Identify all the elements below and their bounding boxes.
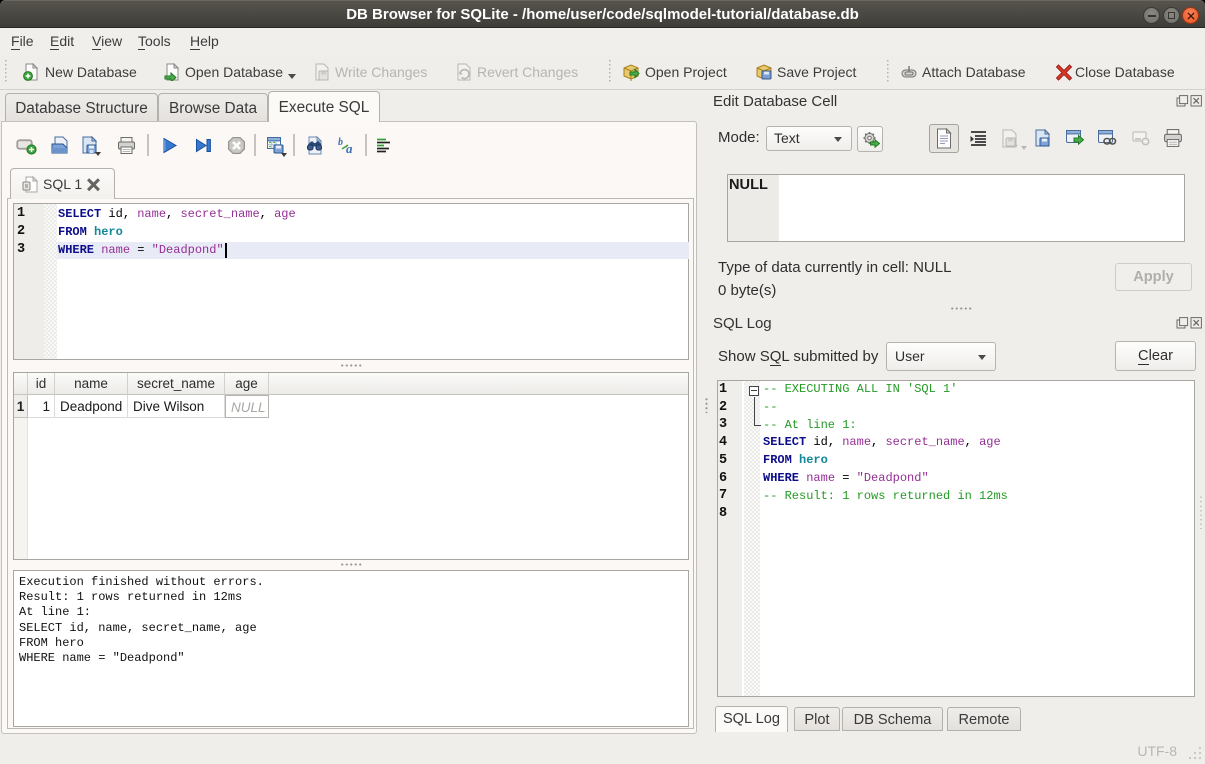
- svg-text:a: a: [346, 141, 353, 155]
- svg-text:b: b: [338, 137, 343, 148]
